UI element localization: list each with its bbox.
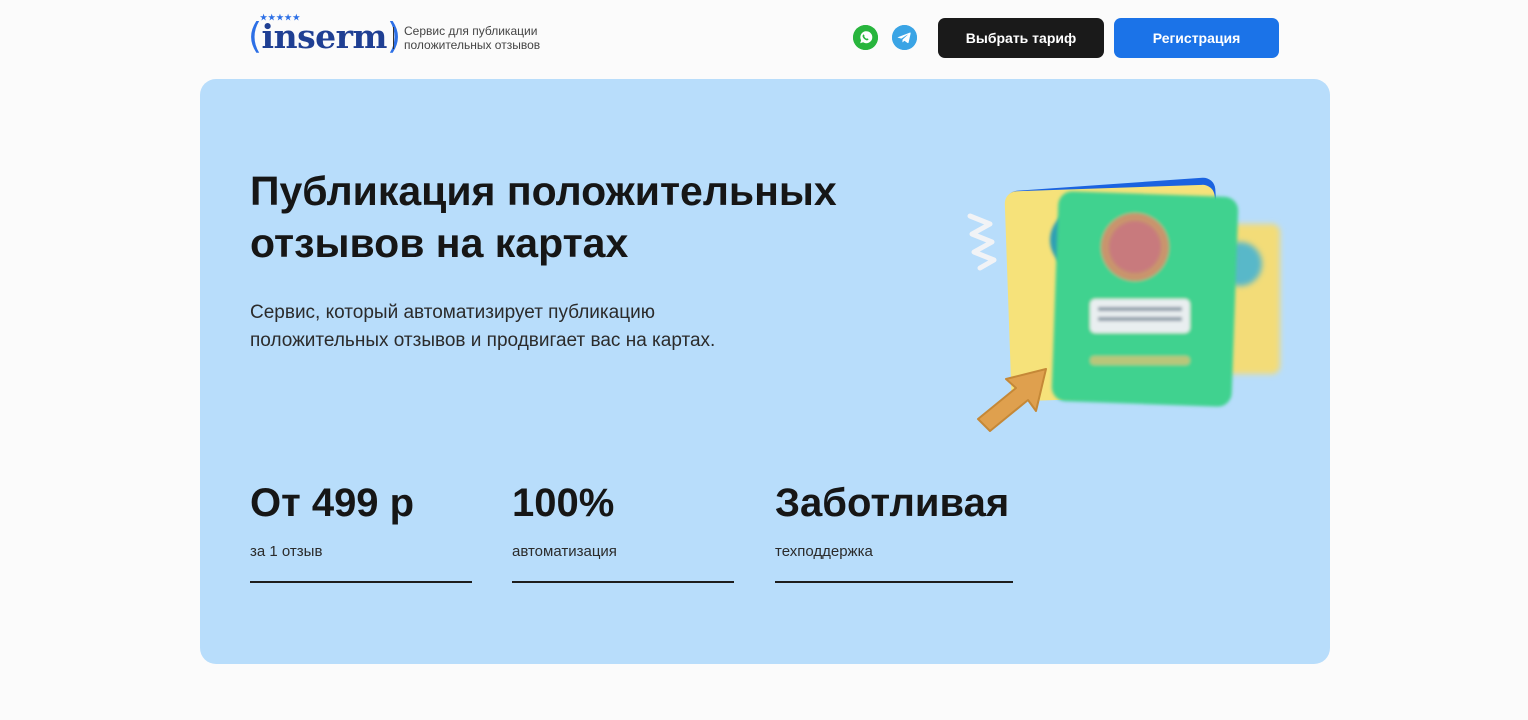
stat-caption: за 1 отзыв [250, 543, 323, 560]
stat-divider [775, 581, 1013, 583]
logo[interactable]: (inserm) ★★★★★ [248, 12, 401, 60]
review-cards-illustration [967, 177, 1280, 432]
stat-price: От 499 р за 1 отзыв [250, 479, 472, 583]
stat-caption: автоматизация [512, 543, 617, 560]
stat-support: Заботливая техподдержка [775, 479, 1013, 583]
logo-divider [393, 27, 394, 49]
stat-automation: 100% автоматизация [512, 479, 734, 583]
stat-value: Заботливая [775, 481, 1010, 525]
hero-section: Публикация положительных отзывов на карт… [200, 79, 1330, 664]
whatsapp-icon[interactable] [853, 25, 878, 50]
stat-divider [250, 581, 472, 583]
choose-plan-button[interactable]: Выбрать тариф [938, 18, 1104, 58]
stat-value: 100% [512, 481, 615, 525]
green-card [1051, 191, 1239, 407]
logo-stars: ★★★★★ [260, 12, 301, 22]
hero-title: Публикация положительных отзывов на карт… [250, 168, 837, 266]
hero-subtitle: Сервис, который автоматизирует публикаци… [250, 302, 716, 351]
cursor-arrow-icon [977, 368, 1047, 432]
site-tagline: Сервис для публикации положительных отзы… [404, 24, 541, 52]
register-button[interactable]: Регистрация [1114, 18, 1279, 58]
stat-value: От 499 р [250, 481, 415, 525]
stat-divider [512, 581, 734, 583]
site-header: (inserm) ★★★★★ Сервис для публикации пол… [0, 0, 1528, 78]
logo-wordmark: (inserm) ★★★★★ [248, 12, 401, 57]
squiggle-decoration [967, 213, 997, 271]
telegram-icon[interactable] [892, 25, 917, 50]
stat-caption: техподдержка [775, 543, 873, 560]
